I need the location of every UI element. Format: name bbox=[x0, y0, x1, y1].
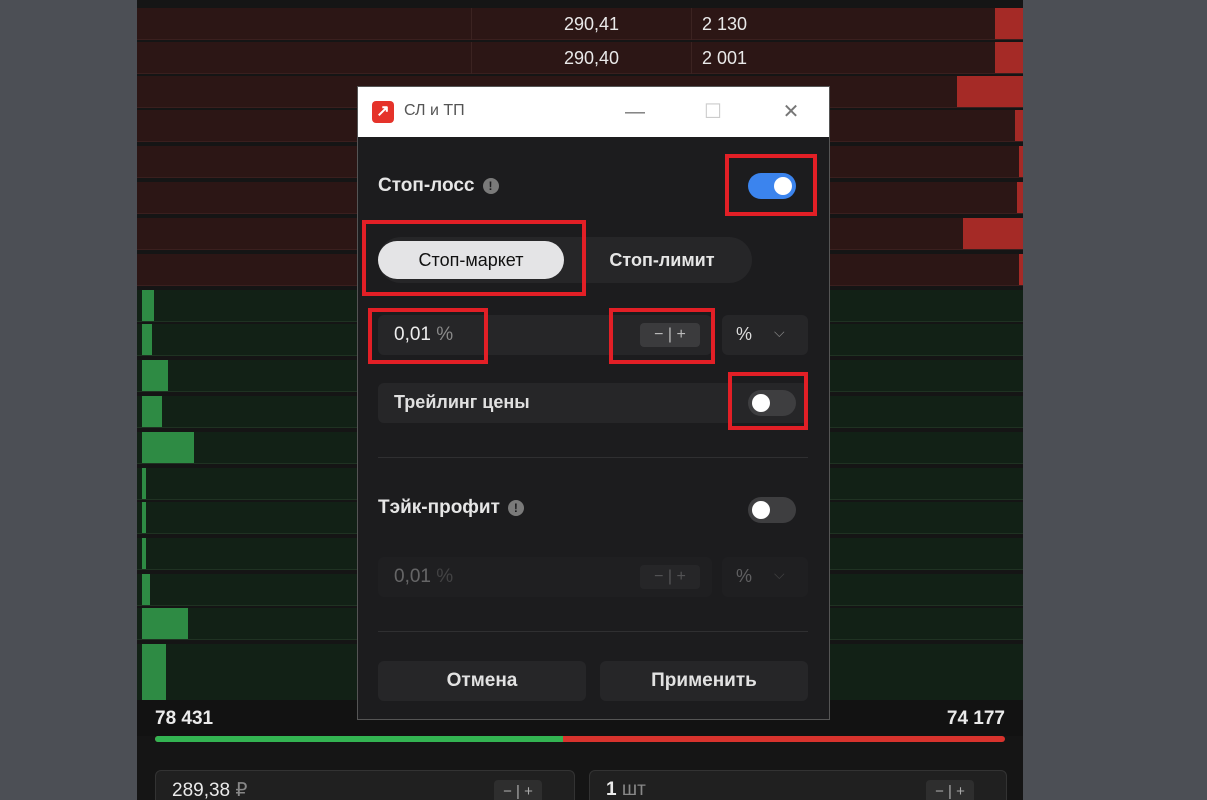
ruble-unit: ₽ bbox=[235, 780, 248, 800]
info-icon[interactable]: ! bbox=[482, 177, 499, 194]
plus-button[interactable]: + bbox=[677, 326, 686, 343]
bid-volume-bar bbox=[142, 432, 194, 463]
bid-volume-bar bbox=[142, 608, 188, 639]
unit-select-value: % bbox=[736, 324, 753, 344]
ask-volume-bar bbox=[1019, 146, 1023, 177]
ask-volume-bar bbox=[1015, 110, 1023, 141]
order-qty-field[interactable]: 1 шт − | + bbox=[589, 770, 1007, 800]
unit-select-value: % bbox=[736, 566, 753, 586]
take-profit-value-field[interactable]: 0,01 % − | + bbox=[378, 557, 712, 597]
minus-button[interactable]: − bbox=[654, 326, 663, 343]
take-profit-label: Тэйк-профит! bbox=[378, 497, 524, 519]
stop-loss-value-field[interactable]: 0,01 % − | + bbox=[378, 315, 712, 355]
order-type-selector: Стоп-маркет Стоп-лимит bbox=[378, 237, 752, 283]
bid-ask-ratio-bar bbox=[155, 736, 1005, 742]
ask-volume-bar bbox=[1019, 254, 1023, 285]
take-profit-stepper[interactable]: − | + bbox=[640, 565, 700, 589]
stop-market-option[interactable]: Стоп-маркет bbox=[378, 241, 564, 279]
ask-volume-bar bbox=[995, 8, 1023, 39]
ask-volume-bar bbox=[957, 76, 1023, 107]
toggle-knob bbox=[752, 501, 770, 519]
qty-plus-button[interactable]: + bbox=[956, 783, 965, 800]
dialog-titlebar[interactable]: ↗ СЛ и ТП — ☐ ✕ bbox=[358, 87, 829, 137]
price-minus-button[interactable]: − bbox=[503, 783, 512, 800]
price-trailing-toggle[interactable] bbox=[748, 390, 796, 416]
ask-total: 74 177 bbox=[946, 708, 1005, 729]
bid-volume-bar bbox=[142, 670, 166, 701]
bid-volume-bar bbox=[142, 324, 152, 355]
stop-loss-stepper[interactable]: − | + bbox=[640, 323, 700, 347]
chevron-down-icon: ⌵ bbox=[774, 566, 785, 582]
order-price-value: 289,38 bbox=[172, 780, 231, 800]
plus-button[interactable]: + bbox=[677, 568, 686, 585]
qty-unit: шт bbox=[621, 779, 646, 800]
chevron-down-icon: ⌵ bbox=[774, 324, 785, 340]
minimize-button[interactable]: — bbox=[620, 98, 650, 126]
apply-button[interactable]: Применить bbox=[600, 661, 808, 701]
bid-volume-bar bbox=[142, 290, 154, 321]
ask-price: 290,41 bbox=[563, 14, 619, 34]
percent-unit: % bbox=[436, 566, 454, 587]
ask-volume-bar bbox=[995, 42, 1023, 73]
ask-volume-bar bbox=[963, 218, 1023, 249]
cancel-button[interactable]: Отмена bbox=[378, 661, 586, 701]
stop-loss-unit-select[interactable]: % ⌵ bbox=[722, 315, 808, 355]
bid-volume-bar bbox=[142, 502, 146, 533]
bid-volume-bar bbox=[142, 538, 146, 569]
bid-ratio-fill bbox=[155, 736, 563, 742]
maximize-button[interactable]: ☐ bbox=[698, 98, 728, 126]
toggle-knob bbox=[774, 177, 792, 195]
ask-row[interactable]: 290,41 2 130 bbox=[137, 8, 1023, 40]
sl-tp-dialog: ↗ СЛ и ТП — ☐ ✕ Стоп-лосс! Стоп-маркет С… bbox=[357, 86, 830, 720]
stop-limit-option[interactable]: Стоп-лимит bbox=[572, 241, 752, 279]
take-profit-label-text: Тэйк-профит bbox=[378, 497, 500, 518]
ask-volume-bar bbox=[1017, 182, 1023, 213]
price-stepper[interactable]: − | + bbox=[494, 780, 542, 800]
price-trailing-row: Трейлинг цены bbox=[378, 383, 808, 423]
take-profit-toggle[interactable] bbox=[748, 497, 796, 523]
price-plus-button[interactable]: + bbox=[524, 783, 533, 800]
bid-volume-bar bbox=[142, 574, 150, 605]
stop-loss-label-text: Стоп-лосс bbox=[378, 175, 475, 196]
bid-volume-bar bbox=[142, 360, 168, 391]
info-icon[interactable]: ! bbox=[507, 499, 524, 516]
qty-minus-button[interactable]: − bbox=[935, 783, 944, 800]
ask-qty: 2 001 bbox=[702, 48, 748, 68]
percent-unit: % bbox=[436, 324, 454, 345]
qty-stepper[interactable]: − | + bbox=[926, 780, 974, 800]
take-profit-value: 0,01 bbox=[394, 566, 431, 587]
ask-price: 290,40 bbox=[563, 48, 619, 68]
divider bbox=[378, 457, 808, 458]
toggle-knob bbox=[752, 394, 770, 412]
bid-volume-bar bbox=[142, 468, 146, 499]
bid-volume-bar bbox=[142, 396, 162, 427]
price-trailing-label: Трейлинг цены bbox=[394, 392, 530, 412]
close-button[interactable]: ✕ bbox=[776, 98, 806, 126]
ask-row[interactable]: 290,40 2 001 bbox=[137, 42, 1023, 74]
stop-loss-toggle[interactable] bbox=[748, 173, 796, 199]
divider bbox=[378, 631, 808, 632]
dialog-title: СЛ и ТП bbox=[404, 102, 465, 119]
order-price-field[interactable]: 289,38 ₽ − | + bbox=[155, 770, 575, 800]
minus-button[interactable]: − bbox=[654, 568, 663, 585]
bid-total: 78 431 bbox=[155, 708, 214, 729]
stop-loss-label: Стоп-лосс! bbox=[378, 175, 499, 197]
order-qty-value: 1 bbox=[606, 779, 617, 800]
stop-loss-value: 0,01 bbox=[394, 324, 431, 345]
take-profit-unit-select[interactable]: % ⌵ bbox=[722, 557, 808, 597]
arrow-up-right-icon: ↗ bbox=[372, 101, 394, 123]
ask-qty: 2 130 bbox=[702, 14, 748, 34]
